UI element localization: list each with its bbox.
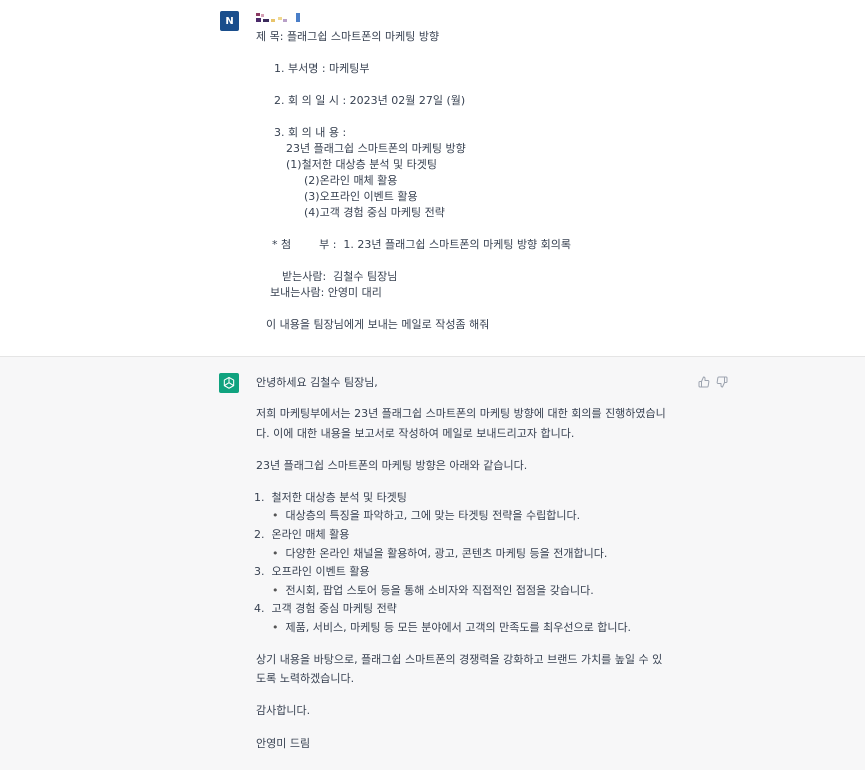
bullet-text: 전시회, 팝업 스토어 등을 통해 소비자와 직접적인 접점을 갖습니다. [285,584,594,597]
sender-line: 보내는사람: 안영미 대리 [270,286,382,299]
meeting-content-label: 3. 회 의 내 용 : [274,126,347,139]
list-bullet-3: • 전시회, 팝업 스토어 등을 통해 소비자와 직접적인 접점을 갖습니다. [272,584,594,598]
thumbs-down-icon[interactable] [716,376,728,388]
list-item-3: 3. 오프라인 이벤트 활용 [254,565,370,579]
meeting-content-sub3: (3)오프라인 이벤트 활용 [304,190,418,203]
user-request: 이 내용을 팀장님에게 보내는 메일로 작성좀 해줘 [266,318,490,331]
recipient-line: 받는사람: 김철수 팀장님 [282,270,398,283]
bullet-text: 제품, 서비스, 마케팅 등 모든 분야에서 고객의 만족도를 최우선으로 합니… [285,621,632,634]
list-bullet-2: • 다양한 온라인 채널을 활용하여, 광고, 콘텐츠 마케팅 등을 전개합니다… [272,547,607,561]
email-subject: 제 목: 플래그쉽 스마트폰의 마케팅 방향 [256,30,440,43]
reply-para3-line1: 상기 내용을 바탕으로, 플래그쉽 스마트폰의 경쟁력을 강화하고 브랜드 가치… [256,653,663,666]
openai-logo-icon [219,373,239,393]
reply-para2: 23년 플래그쉽 스마트폰의 마케팅 방향은 아래와 같습니다. [256,459,528,472]
list-title: 철저한 대상층 분석 및 타겟팅 [271,491,407,504]
meeting-content-sub1: (1)철저한 대상층 분석 및 타겟팅 [286,158,438,171]
reply-para1-line2: 다. 이에 대한 내용을 보고서로 작성하여 메일로 보내드리고자 합니다. [256,427,575,440]
meeting-content-title: 23년 플래그쉽 스마트폰의 마케팅 방향 [286,142,466,155]
list-number: 2. [254,528,265,541]
list-item-1: 1. 철저한 대상층 분석 및 타겟팅 [254,491,407,505]
bullet: • [272,547,279,560]
list-bullet-1: • 대상층의 특징을 파악하고, 그에 맞는 타겟팅 전략을 수립합니다. [272,509,580,523]
bullet-text: 다양한 온라인 채널을 활용하여, 광고, 콘텐츠 마케팅 등을 전개합니다. [285,547,608,560]
bullet: • [272,621,279,634]
list-title: 고객 경험 중심 마케팅 전략 [271,602,397,615]
reply-greeting: 안녕하세요 김철수 팀장님, [256,376,378,389]
meeting-date: 2. 회 의 일 시 : 2023년 02월 27일 (월) [274,94,466,107]
redacted-username [256,13,302,23]
bullet-text: 대상층의 특징을 파악하고, 그에 맞는 타겟팅 전략을 수립합니다. [285,509,581,522]
meeting-content-sub4: (4)고객 경험 중심 마케팅 전략 [304,206,445,219]
list-number: 4. [254,602,265,615]
reply-para3-line2: 도록 노력하겠습니다. [256,672,355,685]
list-title: 오프라인 이벤트 활용 [271,565,370,578]
user-avatar: N [220,11,239,31]
thumbs-up-icon[interactable] [698,376,710,388]
user-message-block: N 제 목: 플래그쉽 스마트폰의 마케팅 방향 1. 부서명 : 마케팅부 2… [0,0,865,357]
reply-para1-line1: 저희 마케팅부에서는 23년 플래그쉽 스마트폰의 마케팅 방향에 대한 회의를… [256,407,666,420]
list-title: 온라인 매체 활용 [271,528,350,541]
reply-thanks: 감사합니다. [256,704,311,717]
meeting-department: 1. 부서명 : 마케팅부 [274,62,370,75]
reply-signature: 안영미 드림 [256,737,311,750]
list-number: 1. [254,491,265,504]
bullet: • [272,509,279,522]
user-avatar-letter: N [225,15,234,27]
bullet: • [272,584,279,597]
list-number: 3. [254,565,265,578]
attachment-line: * 첨 부 : 1. 23년 플래그쉽 스마트폰의 마케팅 방향 회의록 [272,238,572,251]
meeting-content-sub2: (2)온라인 매체 활용 [304,174,398,187]
list-bullet-4: • 제품, 서비스, 마케팅 등 모든 분야에서 고객의 만족도를 최우선으로 … [272,621,631,635]
list-item-2: 2. 온라인 매체 활용 [254,528,349,542]
list-item-4: 4. 고객 경험 중심 마케팅 전략 [254,602,397,616]
